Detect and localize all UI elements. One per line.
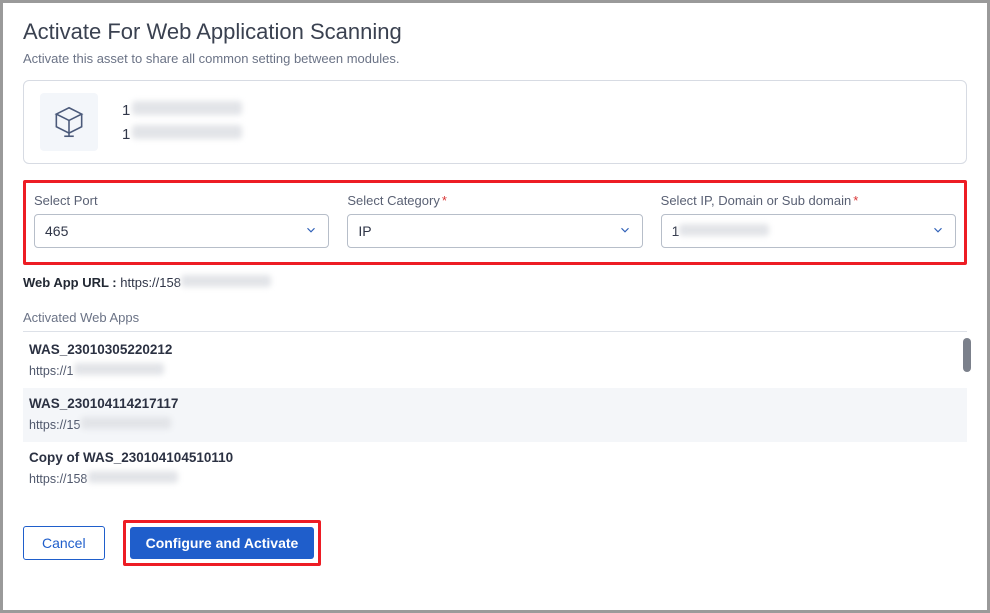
list-item[interactable]: WAS_230104114217117 https://15 [23,388,967,442]
cancel-button[interactable]: Cancel [23,526,105,560]
app-name: WAS_230104114217117 [29,396,961,411]
select-port-label: Select Port [34,193,329,208]
button-bar: Cancel Configure and Activate [23,520,967,566]
asset-info: 1 1 [122,101,242,143]
select-port-value: 465 [45,223,68,239]
select-category-value: IP [358,223,371,239]
select-category-group: Select Category* IP [347,193,642,248]
select-ipdomain-value: 1 [672,223,770,239]
list-item[interactable]: WAS_23010305220212 https://1 [23,334,967,388]
app-url: https://158 [29,471,961,486]
webapp-url-label: Web App URL : [23,275,117,290]
page-title: Activate For Web Application Scanning [23,19,967,45]
webapp-url: Web App URL : https://158 [23,275,967,290]
configure-activate-button[interactable]: Configure and Activate [130,527,315,559]
asset-line-1: 1 [122,101,242,119]
asset-cube-icon [40,93,98,151]
select-row-highlight: Select Port 465 Select Category* IP Sele… [23,180,967,265]
activated-heading: Activated Web Apps [23,310,967,332]
select-ipdomain-label: Select IP, Domain or Sub domain* [661,193,956,208]
asset-line-2: 1 [122,125,242,143]
select-ipdomain-dropdown[interactable]: 1 [661,214,956,248]
select-port-group: Select Port 465 [34,193,329,248]
select-ipdomain-group: Select IP, Domain or Sub domain* 1 [661,193,956,248]
page-subtitle: Activate this asset to share all common … [23,51,967,66]
activated-apps-list[interactable]: WAS_23010305220212 https://1 WAS_2301041… [23,334,967,496]
webapp-url-value: https://158 [120,275,271,290]
select-category-dropdown[interactable]: IP [347,214,642,248]
app-url: https://1 [29,363,961,378]
chevron-down-icon [931,223,945,240]
select-category-label: Select Category* [347,193,642,208]
asset-card: 1 1 [23,80,967,164]
list-item[interactable]: Copy of WAS_230104104510110 https://158 [23,442,967,496]
chevron-down-icon [618,223,632,240]
app-name: Copy of WAS_230104104510110 [29,450,961,465]
primary-button-highlight: Configure and Activate [123,520,322,566]
select-port-dropdown[interactable]: 465 [34,214,329,248]
chevron-down-icon [304,223,318,240]
app-url: https://15 [29,417,961,432]
app-name: WAS_23010305220212 [29,342,961,357]
